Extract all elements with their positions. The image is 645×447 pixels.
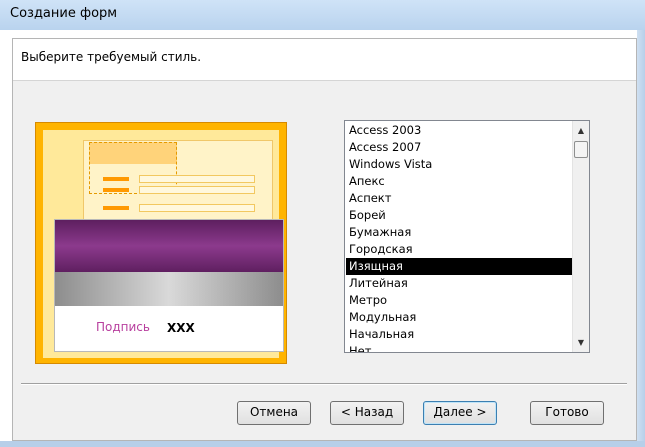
style-list-item[interactable]: Апекс bbox=[346, 173, 573, 190]
style-preview: Подпись XXX bbox=[35, 122, 287, 364]
title-bar: Создание форм bbox=[0, 0, 645, 30]
finish-button[interactable]: Готово bbox=[530, 401, 604, 425]
sample-header-band bbox=[55, 220, 283, 272]
style-listbox[interactable]: Access 2003 Access 2007 Windows Vista Апекс… bbox=[344, 120, 590, 353]
scroll-down-button[interactable]: ▼ bbox=[573, 334, 589, 351]
sample-caption-value: XXX bbox=[167, 321, 195, 335]
arrow-down-icon: ▼ bbox=[577, 338, 585, 347]
style-list-item[interactable]: Access 2007 bbox=[346, 139, 573, 156]
style-list-item[interactable]: Модульная bbox=[346, 309, 573, 326]
preview-style-sample: Подпись XXX bbox=[54, 219, 284, 352]
wizard-content: Выберите требуемый стиль. Подпись XXX Ac… bbox=[12, 38, 637, 441]
preview-field-label bbox=[103, 188, 129, 192]
scroll-up-button[interactable]: ▲ bbox=[573, 122, 589, 139]
style-list-item[interactable]: Access 2003 bbox=[346, 122, 573, 139]
style-list-item[interactable]: Литейная bbox=[346, 275, 573, 292]
style-list-item[interactable]: Нет bbox=[346, 343, 573, 352]
preview-field-box bbox=[139, 186, 255, 194]
style-list-item[interactable]: Метро bbox=[346, 292, 573, 309]
style-list-items: Access 2003 Access 2007 Windows Vista Апекс… bbox=[346, 122, 573, 352]
style-list-item[interactable]: Аспект bbox=[346, 190, 573, 207]
cancel-button[interactable]: Отмена bbox=[237, 401, 311, 425]
window-title: Создание форм bbox=[10, 6, 118, 21]
style-prompt: Выберите требуемый стиль. bbox=[21, 50, 202, 64]
sample-gray-band bbox=[55, 272, 283, 306]
style-list-item[interactable]: Windows Vista bbox=[346, 156, 573, 173]
style-list-item[interactable]: Изящная bbox=[346, 258, 573, 275]
header-panel: Выберите требуемый стиль. bbox=[13, 39, 636, 81]
scroll-thumb[interactable] bbox=[574, 141, 588, 158]
button-separator bbox=[21, 383, 627, 385]
style-list-item[interactable]: Борей bbox=[346, 207, 573, 224]
preview-field-label bbox=[103, 177, 129, 181]
preview-field-box bbox=[139, 175, 255, 183]
sample-caption-label: Подпись bbox=[96, 320, 150, 334]
style-list-item[interactable]: Бумажная bbox=[346, 224, 573, 241]
style-list-item[interactable]: Начальная bbox=[346, 326, 573, 343]
form-wizard-window: Создание форм Выберите требуемый стиль. bbox=[0, 0, 645, 447]
window-frame-bottom bbox=[0, 441, 645, 447]
next-button[interactable]: Далее > bbox=[423, 401, 497, 425]
style-list-item[interactable]: Городская bbox=[346, 241, 573, 258]
preview-field-label bbox=[103, 206, 129, 210]
window-frame-right bbox=[637, 30, 645, 447]
preview-field-box bbox=[139, 204, 255, 212]
arrow-up-icon: ▲ bbox=[577, 126, 585, 135]
back-button[interactable]: < Назад bbox=[330, 401, 404, 425]
vertical-scrollbar[interactable]: ▲ ▼ bbox=[572, 121, 589, 352]
